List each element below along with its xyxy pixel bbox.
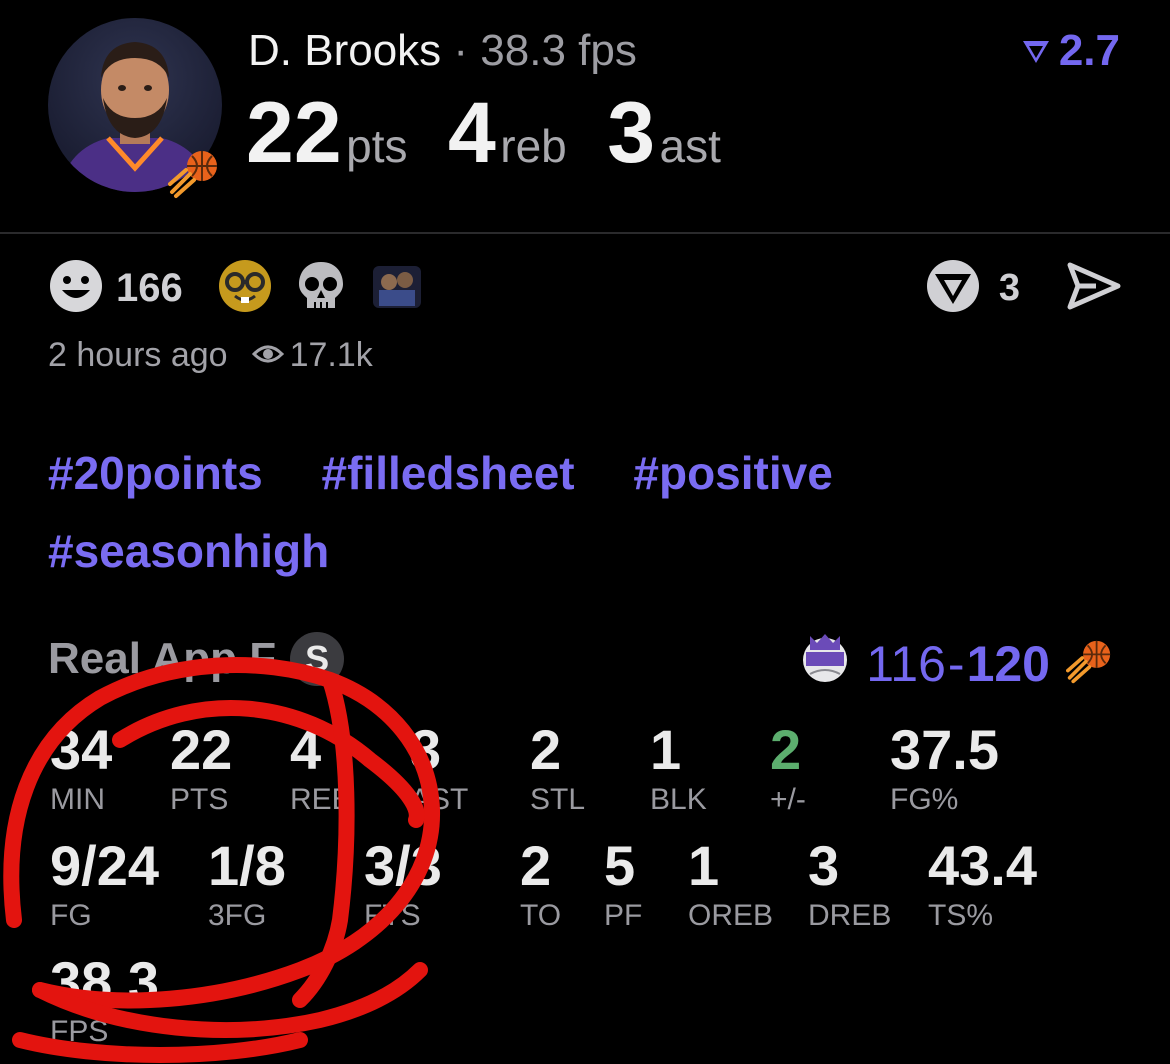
hashtag[interactable]: #filledsheet bbox=[322, 447, 575, 499]
stat-label: TO bbox=[520, 899, 562, 932]
headline-stats: 22 pts 4 reb 3 ast bbox=[246, 84, 757, 183]
reb-unit: reb bbox=[500, 120, 567, 172]
stat-label: FTS bbox=[364, 899, 421, 932]
stat-fps: 38.3 FPS bbox=[50, 952, 159, 1050]
stat-label: STL bbox=[530, 783, 586, 816]
hashtag[interactable]: #positive bbox=[633, 447, 832, 499]
stat-value: 3 bbox=[410, 718, 442, 781]
header-score-value: 2.7 bbox=[1058, 26, 1120, 75]
suns-logo-icon bbox=[168, 140, 228, 200]
stat-value: 1 bbox=[688, 834, 720, 897]
stat-label: REB bbox=[290, 783, 352, 816]
separator: · bbox=[453, 26, 469, 75]
stat-label: FPS bbox=[50, 1015, 109, 1048]
stat-stl: 2 STL bbox=[530, 720, 585, 818]
smiley-count: 166 bbox=[116, 266, 183, 310]
send-icon[interactable] bbox=[1066, 261, 1122, 316]
header-score[interactable]: 2.7 bbox=[1021, 26, 1120, 76]
sticker-icon[interactable] bbox=[369, 258, 425, 319]
stat-to: 2 TO bbox=[520, 836, 561, 934]
stat-label: 3FG bbox=[208, 899, 267, 932]
stat-value: 38.3 bbox=[50, 950, 159, 1013]
share-count: 3 bbox=[998, 267, 1020, 309]
game-score[interactable]: 116-120 bbox=[800, 630, 1120, 698]
hashtag[interactable]: #20points bbox=[48, 447, 263, 499]
view-count-group: 17.1k bbox=[251, 336, 373, 375]
stat-value: 9/24 bbox=[50, 834, 159, 897]
divider bbox=[0, 232, 1170, 234]
hashtag[interactable]: #seasonhigh bbox=[48, 525, 329, 577]
pts-value: 22 bbox=[246, 85, 342, 181]
player-fps: 38.3 fps bbox=[480, 26, 637, 75]
stat-value: 1 bbox=[650, 718, 682, 781]
smiley-icon[interactable] bbox=[48, 258, 104, 319]
time-ago: 2 hours ago bbox=[48, 336, 228, 374]
view-count: 17.1k bbox=[289, 336, 373, 374]
game-label: Real App F bbox=[48, 634, 277, 683]
stat-value: 3/3 bbox=[364, 834, 442, 897]
stat-label: DREB bbox=[808, 899, 892, 932]
stat-ast: 3 AST bbox=[410, 720, 468, 818]
stat-pf: 5 PF bbox=[604, 836, 642, 934]
stat-value: 37.5 bbox=[890, 718, 999, 781]
stat-3fg: 1/8 3FG bbox=[208, 836, 286, 934]
stat-value: 43.4 bbox=[928, 834, 1037, 897]
stat-blk: 1 BLK bbox=[650, 720, 707, 818]
status-badge: S bbox=[290, 632, 345, 686]
stat-label: MIN bbox=[50, 783, 105, 816]
stat-value: 1/8 bbox=[208, 834, 286, 897]
hashtag-list: #20points #filledsheet #positive #season… bbox=[48, 434, 1048, 590]
skull-emoji-icon[interactable] bbox=[293, 258, 349, 319]
stat-label: PTS bbox=[170, 783, 229, 816]
pts-unit: pts bbox=[346, 120, 408, 172]
stat-label: AST bbox=[410, 783, 469, 816]
stat-value: 22 bbox=[170, 718, 233, 781]
stat-label: +/- bbox=[770, 783, 806, 816]
stat-label: BLK bbox=[650, 783, 707, 816]
league-logo-icon bbox=[1021, 26, 1051, 76]
stat-reb: 4 REB bbox=[290, 720, 352, 818]
game-label-row: Real App F S bbox=[48, 632, 345, 686]
reaction-bar: 166 bbox=[48, 258, 425, 319]
stat-oreb: 1 OREB bbox=[688, 836, 773, 934]
stat-label: OREB bbox=[688, 899, 774, 932]
stat-value: 2 bbox=[520, 834, 552, 897]
stat-label: FG bbox=[50, 899, 92, 932]
stat-value: 2 bbox=[770, 718, 802, 781]
stat-pts: 22 PTS bbox=[170, 720, 232, 818]
stat-dreb: 3 DREB bbox=[808, 836, 891, 934]
stat-value: 2 bbox=[530, 718, 562, 781]
stat-ft: 3/3 FTS bbox=[364, 836, 442, 934]
stat-value: 3 bbox=[808, 834, 840, 897]
reb-value: 4 bbox=[447, 85, 496, 181]
away-score: 116 bbox=[866, 636, 946, 692]
ast-value: 3 bbox=[607, 85, 656, 181]
league-logo-icon[interactable] bbox=[925, 258, 981, 319]
stat-value: 4 bbox=[290, 718, 322, 781]
player-name-line: D. Brooks · 38.3 fps bbox=[248, 26, 637, 76]
suns-logo-icon bbox=[1066, 631, 1120, 697]
player-name[interactable]: D. Brooks bbox=[248, 26, 441, 75]
home-score: 120 bbox=[966, 636, 1050, 692]
ast-unit: ast bbox=[659, 120, 721, 172]
post-meta: 2 hours ago 17.1k bbox=[48, 336, 373, 375]
eye-icon bbox=[251, 336, 284, 375]
stat-ts-pct: 43.4 TS% bbox=[928, 836, 1037, 934]
stat-value: 34 bbox=[50, 718, 113, 781]
stat-fg: 9/24 FG bbox=[50, 836, 159, 934]
stat-label: TS% bbox=[928, 899, 994, 932]
stat-value: 5 bbox=[604, 834, 636, 897]
post-actions: 3 bbox=[925, 258, 1122, 319]
stat-min: 34 MIN bbox=[50, 720, 112, 818]
stat-label: FG% bbox=[890, 783, 959, 816]
kings-logo-icon bbox=[800, 630, 850, 698]
score-dash: - bbox=[947, 636, 965, 692]
stat-label: PF bbox=[604, 899, 643, 932]
stat-fg-pct: 37.5 FG% bbox=[890, 720, 999, 818]
nerd-emoji-icon[interactable] bbox=[217, 258, 273, 319]
stat-plus-minus: 2 +/- bbox=[770, 720, 806, 818]
